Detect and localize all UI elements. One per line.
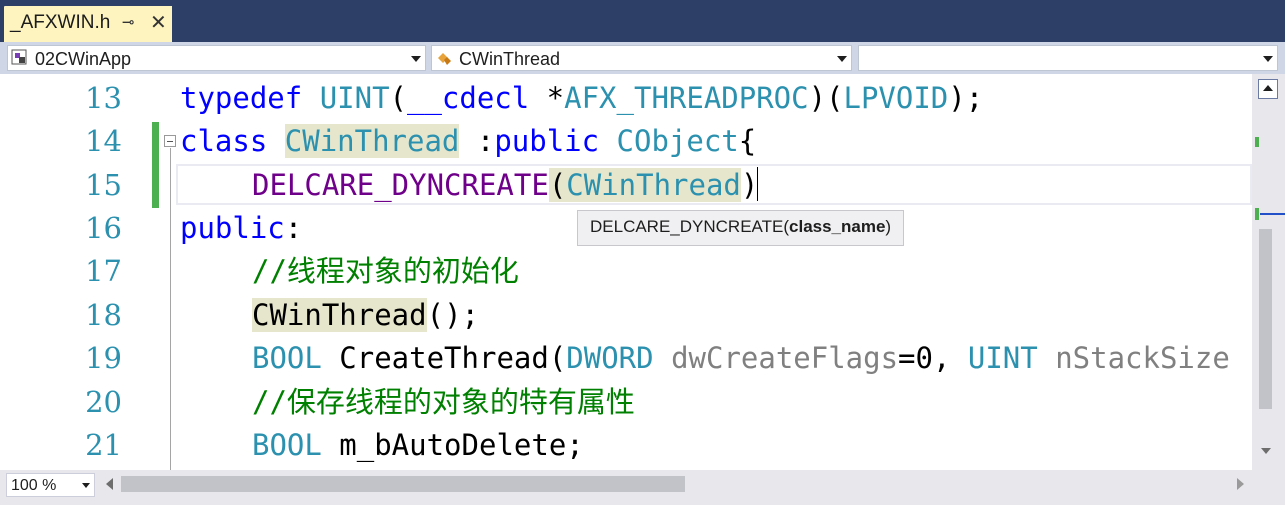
change-marker [1255, 137, 1259, 147]
navigation-bar: 02CWinApp CWinThread [0, 42, 1285, 74]
line-number: 17 [85, 254, 122, 288]
change-marker [1255, 208, 1259, 220]
scroll-left-button[interactable] [106, 478, 113, 490]
tab-title: _AFXWIN.h [10, 12, 111, 33]
close-icon[interactable]: ✕ [150, 10, 167, 34]
vertical-scrollbar[interactable] [1252, 74, 1285, 470]
class-icon [438, 53, 451, 65]
text-caret [757, 167, 758, 201]
change-tracking-bar [152, 122, 159, 208]
code-editor[interactable]: 13 14 15 16 17 18 19 20 21 typedef UINT(… [0, 74, 1285, 470]
line-number: 19 [85, 341, 122, 375]
code-line[interactable]: DELCARE_DYNCREATE(CWinThread) [252, 165, 758, 205]
line-number: 18 [85, 298, 122, 332]
project-icon [11, 49, 27, 65]
line-number: 16 [85, 211, 122, 245]
line-number: 14 [85, 124, 122, 158]
line-number: 15 [85, 168, 122, 202]
vertical-scroll-thumb[interactable] [1259, 229, 1272, 409]
code-line[interactable]: BOOL CreateThread(DWORD dwCreateFlags=0,… [252, 338, 1230, 378]
collapse-icon[interactable] [164, 135, 176, 147]
code-line[interactable]: CWinThread(); [252, 295, 479, 335]
class-dropdown[interactable]: CWinThread [431, 45, 852, 71]
indicator-margin [0, 74, 31, 470]
line-number: 21 [85, 428, 122, 462]
chevron-down-icon [1263, 56, 1273, 62]
current-parameter: class_name [789, 217, 886, 236]
caret-position-marker [1260, 213, 1285, 215]
code-line[interactable]: public: [180, 208, 302, 248]
horizontal-scroll-thumb[interactable] [121, 476, 685, 492]
zoom-level: 100 % [11, 477, 57, 494]
parameter-info-tooltip: DELCARE_DYNCREATE(class_name) [577, 210, 904, 246]
member-dropdown[interactable] [858, 45, 1278, 71]
pin-icon[interactable]: ⊸ [122, 13, 135, 31]
editor-bottom-bar: 100 % [0, 470, 1285, 505]
line-number: 13 [85, 81, 122, 115]
project-dropdown-value: 02CWinApp [35, 49, 132, 69]
chevron-down-icon [82, 483, 90, 488]
document-tab-strip: _AFXWIN.h ⊸ ✕ [0, 0, 1285, 42]
document-tab[interactable]: _AFXWIN.h ⊸ ✕ [4, 6, 172, 42]
code-line[interactable]: BOOL m_bAutoDelete; [252, 425, 584, 465]
zoom-dropdown[interactable]: 100 % [6, 473, 95, 497]
line-number: 20 [85, 385, 122, 419]
class-dropdown-value: CWinThread [459, 49, 561, 69]
outline-guide [170, 148, 171, 470]
chevron-down-icon [837, 56, 847, 62]
scroll-up-button[interactable] [1258, 79, 1278, 99]
code-line[interactable]: //保存线程的对象的特有属性 [252, 382, 635, 422]
code-line[interactable]: typedef UINT(__cdecl *AFX_THREADPROC)(LP… [180, 78, 983, 118]
scroll-right-button[interactable] [1237, 478, 1244, 490]
code-line[interactable]: class CWinThread :public CObject{ [180, 121, 756, 161]
project-dropdown[interactable]: 02CWinApp [7, 45, 426, 71]
code-line[interactable]: //线程对象的初始化 [252, 251, 519, 291]
scroll-down-button[interactable] [1261, 448, 1271, 454]
chevron-down-icon [411, 56, 421, 62]
